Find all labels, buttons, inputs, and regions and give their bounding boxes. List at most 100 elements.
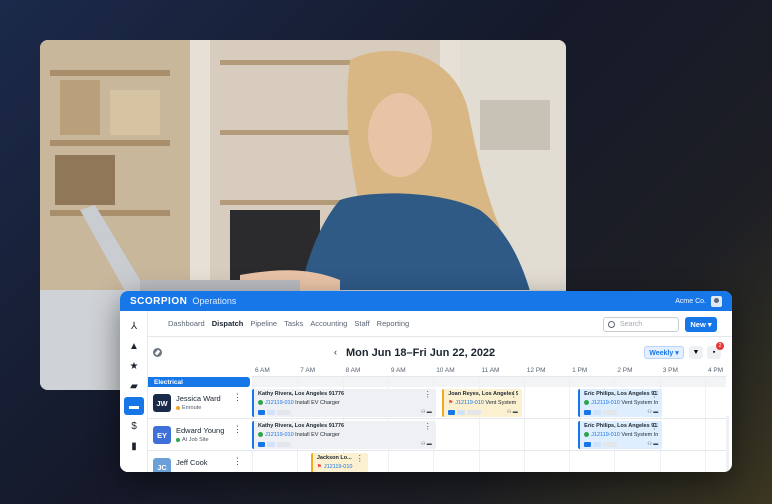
job-detail: ⚑ J12119-010 — [317, 464, 364, 470]
next-week-button[interactable]: › — [489, 347, 492, 357]
job-status-icons: ⚇ ▬ — [420, 441, 432, 447]
job-card[interactable]: Eric Philips, Los Angeles 91331 J12119-01… — [578, 389, 663, 417]
filter-icon: ▼ — [692, 349, 700, 356]
job-id[interactable]: J12119-010 — [455, 400, 484, 406]
chat-icon[interactable]: ▰ — [124, 377, 144, 395]
tech-name: Edward Young — [176, 426, 225, 435]
job-card[interactable]: Kathy Rivera, Los Angeles 91776 J12119-01… — [252, 389, 436, 417]
tech-row[interactable]: EY Edward Young At Job Site ⋮ — [148, 419, 252, 451]
job-card[interactable]: Jackson Lo... ⚑ J12119-010 ⋮ — [310, 453, 368, 472]
job-card[interactable]: Kathy Rivera, Los Angeles 91776 J12119-01… — [252, 421, 436, 449]
time-tick-label: 12 PM — [526, 367, 546, 374]
vertical-scrollbar[interactable] — [726, 416, 729, 472]
dollar-icon[interactable]: $ — [124, 417, 144, 435]
compass-icon[interactable] — [153, 348, 162, 357]
tab-pipeline[interactable]: Pipeline — [250, 319, 277, 328]
job-tag — [603, 442, 618, 447]
job-id[interactable]: J12119-010 — [324, 464, 353, 470]
status-dot-icon — [176, 405, 180, 410]
job-title: Install EV Charger — [293, 400, 340, 406]
tab-dispatch[interactable]: Dispatch — [212, 319, 244, 328]
notifications-button[interactable]: ▪ 2 — [707, 342, 724, 359]
tab-dashboard[interactable]: Dashboard — [168, 319, 205, 328]
filter-button[interactable]: ▼ — [689, 346, 703, 359]
avatar: EY — [153, 426, 171, 444]
more-options-icon[interactable]: ⋮ — [356, 455, 364, 463]
job-tags — [584, 442, 618, 447]
tab-tasks[interactable]: Tasks — [284, 319, 303, 328]
hour-gridline — [523, 377, 525, 472]
tech-name: Jeff Cook — [176, 458, 208, 467]
search-input[interactable]: Search — [603, 317, 679, 332]
hour-gridline — [705, 377, 706, 472]
job-detail: J12119-010 Vent System Inspecti... — [584, 432, 658, 438]
avatar: JC — [153, 458, 171, 472]
more-options-icon[interactable]: ⋮ — [233, 393, 242, 402]
tab-accounting[interactable]: Accounting — [310, 319, 347, 328]
check-icon — [258, 432, 263, 438]
job-detail: J12119-010 Install EV Charger — [258, 432, 432, 438]
product-name: Operations — [192, 296, 237, 306]
date-range[interactable]: Mon Jun 18–Fri Jun 22, 2022 — [346, 347, 495, 359]
job-tag — [603, 410, 618, 415]
time-tick-label: 6 AM — [255, 367, 270, 374]
row-divider — [252, 450, 726, 451]
job-id[interactable]: J12119-010 — [591, 432, 620, 438]
rocket-icon[interactable]: ▲ — [124, 337, 144, 355]
job-customer: Joan Reyes, Los Angeles 91330 — [448, 391, 518, 397]
more-options-icon[interactable]: ⋮ — [424, 391, 432, 399]
job-status-icons: ⚇ ▬ — [647, 409, 659, 415]
job-tag — [277, 442, 291, 447]
brand-logo: SCORPION — [130, 295, 188, 307]
hour-gridline — [569, 377, 571, 472]
more-options-icon[interactable]: ⋮ — [424, 423, 432, 431]
more-options-icon[interactable]: ⋮ — [510, 391, 518, 399]
view-select[interactable]: Weekly ▾ — [644, 346, 684, 359]
job-id[interactable]: J12119-010 — [591, 400, 620, 406]
job-customer: Eric Philips, Los Angeles 91331 — [584, 423, 658, 429]
job-detail: J12119-010 Vent System Inspecti... — [584, 400, 658, 406]
more-options-icon[interactable]: ⋮ — [233, 457, 242, 466]
job-title: Vent System Inspecti... — [621, 432, 659, 438]
tech-row[interactable]: JW Jessica Ward Enroute ⋮ — [148, 387, 252, 419]
time-tick-label: 2 PM — [617, 367, 633, 374]
job-id[interactable]: J12119-010 — [265, 400, 294, 406]
bar-chart-icon[interactable]: ▮ — [124, 437, 144, 455]
job-tag — [258, 410, 265, 415]
more-options-icon[interactable]: ⋮ — [650, 423, 658, 431]
main-nav: Dashboard Dispatch Pipeline Tasks Accoun… — [148, 311, 732, 337]
flag-icon: ⚑ — [448, 400, 454, 406]
check-icon — [258, 400, 263, 406]
time-tick-label: 10 AM — [436, 367, 455, 374]
job-tag — [448, 410, 456, 415]
search-icon — [608, 321, 615, 328]
truck-icon[interactable]: ▬ — [124, 397, 144, 415]
time-axis: 6 AM 7 AM 8 AM 9 AM 10 AM 11 AM 12 PM 1 PM 2 PM 3… — [252, 366, 726, 377]
company-name[interactable]: Acme Co. — [675, 298, 706, 305]
job-title: Vent System Inspecti... — [485, 400, 517, 406]
new-button[interactable]: New ▾ — [685, 317, 717, 332]
tab-reporting[interactable]: Reporting — [377, 319, 410, 328]
tech-status: At Job Site — [176, 437, 209, 443]
more-options-icon[interactable]: ⋮ — [233, 425, 242, 434]
time-tick-label: 1 PM — [572, 367, 588, 374]
time-tick-label: 3 PM — [662, 367, 678, 374]
tech-status-text: At Job Site — [182, 437, 209, 443]
tab-staff[interactable]: Staff — [354, 319, 369, 328]
time-tick-label: 4 PM — [708, 367, 724, 374]
job-status-icons: ⚇ ▬ — [420, 409, 432, 415]
star-icon[interactable]: ★ — [124, 357, 144, 375]
job-detail: J12119-010 Install EV Charger — [258, 400, 432, 406]
user-avatar-icon[interactable] — [711, 295, 722, 307]
job-id[interactable]: J12119-010 — [265, 432, 294, 438]
prev-week-button[interactable]: ‹ — [334, 347, 337, 357]
job-card[interactable]: Joan Reyes, Los Angeles 91330 ⚑J12119-010… — [442, 389, 522, 417]
job-tag — [267, 442, 275, 447]
group-label-electrical[interactable]: Electrical — [148, 377, 250, 387]
dispatch-hub-icon[interactable]: ⅄ — [124, 317, 144, 335]
notification-icon: ▪ — [712, 349, 716, 356]
more-options-icon[interactable]: ⋮ — [650, 391, 658, 399]
tech-row[interactable]: JC Jeff Cook ⋮ — [148, 451, 252, 472]
job-card[interactable]: Eric Philips, Los Angeles 91331 J12119-01… — [578, 421, 663, 449]
job-tag — [457, 410, 466, 415]
